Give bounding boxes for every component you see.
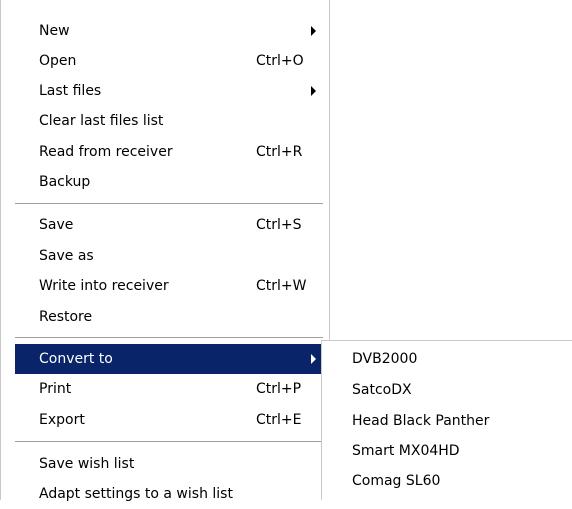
submenu-item-label: DVB2000	[352, 351, 418, 367]
convert-to-submenu: DVB2000 SatcoDX Head Black Panther Smart…	[321, 340, 572, 500]
menu-item-print[interactable]: Print Ctrl+P	[1, 374, 329, 404]
submenu-arrow-icon	[311, 354, 316, 364]
menu-item-write-into-receiver[interactable]: Write into receiver Ctrl+W	[1, 271, 329, 301]
menu-item-label: Read from receiver	[39, 144, 173, 160]
menu-item-shortcut: Ctrl+S	[256, 217, 302, 233]
submenu-arrow-icon	[311, 86, 316, 96]
submenu-item-comag-sl60[interactable]: Comag SL60	[322, 466, 571, 496]
menu-item-clear-last-files[interactable]: Clear last files list	[1, 106, 329, 136]
submenu-item-label: Comag SL60	[352, 473, 441, 489]
submenu-item-head-black-panther[interactable]: Head Black Panther	[322, 406, 571, 436]
menu-item-shortcut: Ctrl+R	[256, 144, 303, 160]
menu-item-shortcut: Ctrl+O	[256, 53, 304, 69]
menu-item-shortcut: Ctrl+P	[256, 381, 302, 397]
menu-item-backup[interactable]: Backup	[1, 167, 329, 197]
menu-item-label: Save wish list	[39, 456, 135, 472]
menu-item-new[interactable]: New	[1, 16, 329, 46]
menu-item-save-wish-list[interactable]: Save wish list	[1, 449, 329, 479]
menu-item-label: New	[39, 23, 70, 39]
menu-item-adapt-settings[interactable]: Adapt settings to a wish list	[1, 479, 329, 509]
menu-item-label: Clear last files list	[39, 113, 164, 129]
menu-item-save[interactable]: Save Ctrl+S	[1, 210, 329, 240]
menu-item-convert-to[interactable]: Convert to	[15, 344, 323, 374]
menu-item-label: Print	[39, 381, 72, 397]
menu-item-label: Convert to	[39, 351, 113, 367]
menu-item-label: Last files	[39, 83, 102, 99]
submenu-item-dvb2000[interactable]: DVB2000	[322, 344, 571, 374]
menu-item-label: Restore	[39, 309, 93, 325]
menu-item-read-from-receiver[interactable]: Read from receiver Ctrl+R	[1, 137, 329, 167]
menu-item-label: Backup	[39, 174, 91, 190]
menu-item-restore[interactable]: Restore	[1, 302, 329, 332]
menu-item-label: Write into receiver	[39, 278, 169, 294]
submenu-item-label: SatcoDX	[352, 382, 412, 398]
menu-separator	[15, 337, 323, 339]
menu-item-label: Save	[39, 217, 74, 233]
menu-item-open[interactable]: Open Ctrl+O	[1, 46, 329, 76]
menu-item-last-files[interactable]: Last files	[1, 76, 329, 106]
menu-item-export[interactable]: Export Ctrl+E	[1, 405, 329, 435]
submenu-arrow-icon	[311, 26, 316, 36]
menu-item-label: Export	[39, 412, 85, 428]
submenu-item-label: Head Black Panther	[352, 413, 490, 429]
menu-separator	[15, 203, 323, 205]
menu-item-label: Save as	[39, 248, 94, 264]
submenu-item-smart-mx04hd[interactable]: Smart MX04HD	[322, 436, 571, 466]
file-menu: New Open Ctrl+O Last files Clear last fi…	[0, 0, 330, 502]
menu-item-shortcut: Ctrl+E	[256, 412, 302, 428]
menu-separator	[15, 441, 323, 443]
menu-item-shortcut: Ctrl+W	[256, 278, 307, 294]
menu-item-save-as[interactable]: Save as	[1, 241, 329, 271]
menu-item-label: Open	[39, 53, 77, 69]
submenu-item-satcodx[interactable]: SatcoDX	[322, 375, 571, 405]
submenu-item-label: Smart MX04HD	[352, 443, 460, 459]
